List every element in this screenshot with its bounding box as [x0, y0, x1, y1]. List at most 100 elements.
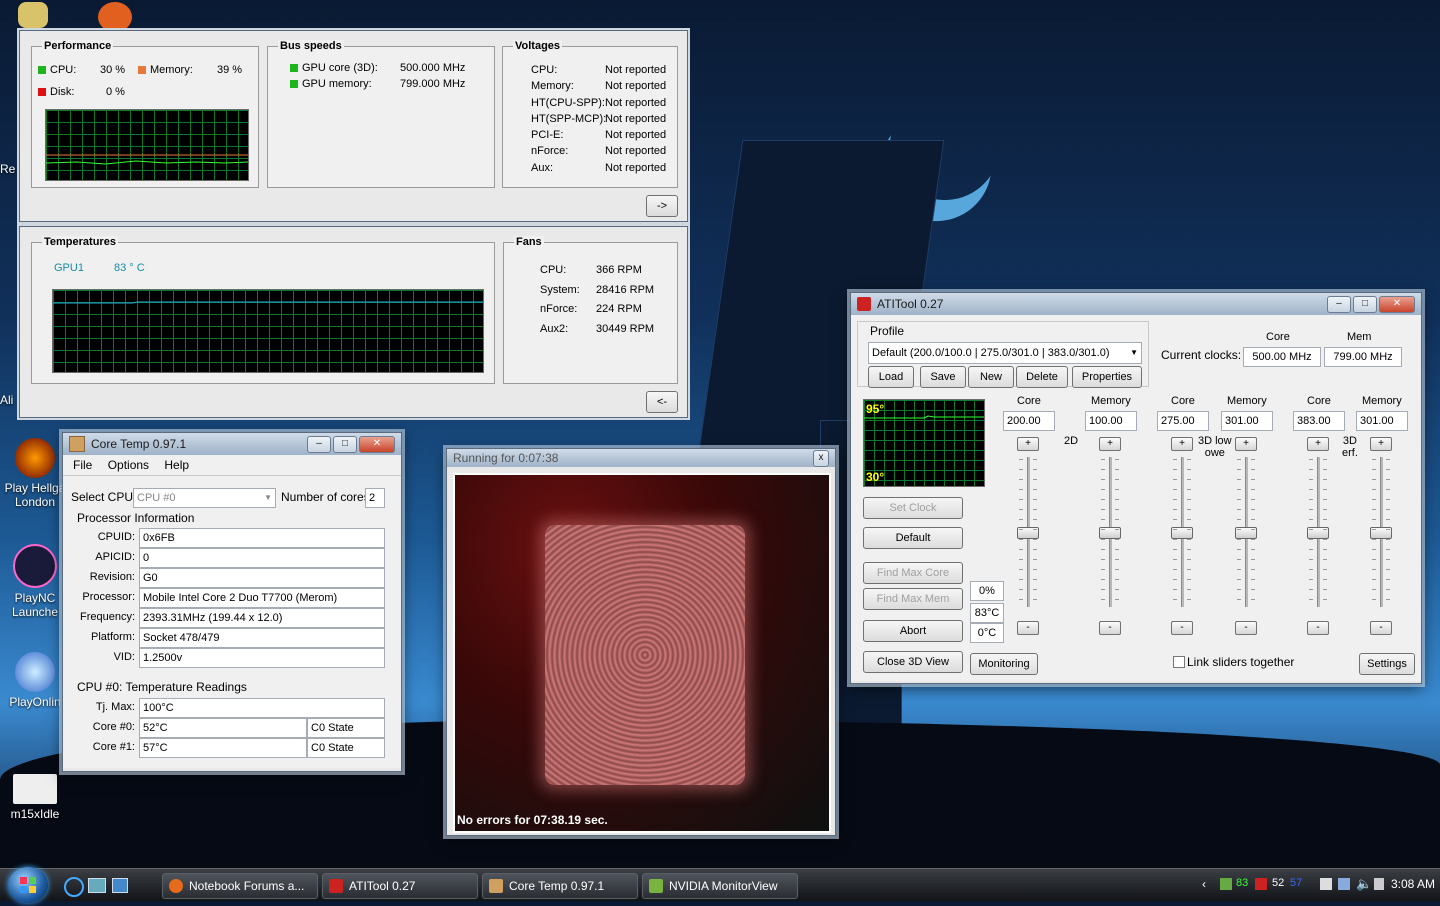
wallpaper-moon — [870, 70, 1020, 220]
tray-network-icon[interactable] — [1338, 878, 1350, 890]
desktop-icon-top[interactable] — [0, 2, 70, 31]
frequency-label: Frequency: — [79, 611, 135, 623]
slider-tick — [1101, 459, 1105, 460]
link-sliders-checkbox[interactable] — [1173, 656, 1185, 668]
select-cpu-dropdown[interactable]: CPU #0 ▼ — [133, 488, 276, 508]
properties-button[interactable]: Properties — [1072, 366, 1142, 388]
tray-expand-icon[interactable]: ‹ — [1202, 877, 1206, 891]
slider-tick — [1115, 549, 1119, 550]
column-value[interactable]: 383.00 — [1293, 411, 1345, 431]
temperature-line — [53, 301, 483, 304]
plus-button[interactable]: + — [1370, 437, 1392, 451]
switch-windows-icon[interactable] — [112, 878, 128, 893]
minus-button[interactable]: - — [1307, 621, 1329, 635]
column-value[interactable]: 301.00 — [1356, 411, 1408, 431]
slider-tick — [1372, 569, 1376, 570]
desktop-icon-m15x[interactable]: m15xIdle — [0, 774, 70, 821]
column-value[interactable]: 275.00 — [1157, 411, 1209, 431]
tray-ati-icon[interactable] — [1255, 878, 1267, 890]
slider-tick — [1187, 479, 1191, 480]
gpu-core-swatch — [290, 64, 298, 72]
tray-app-icon[interactable] — [1220, 878, 1232, 890]
memory-swatch — [138, 66, 146, 74]
maximize-button[interactable]: □ — [1353, 295, 1377, 313]
nvidia-monitor-top: Performance CPU: 30 % Memory: 39 % Disk:… — [19, 30, 688, 222]
find-max-mem-button[interactable]: Find Max Mem — [863, 588, 963, 610]
desktop-icon-hellgate[interactable]: Play Hellga London — [0, 438, 70, 509]
column-value[interactable]: 200.00 — [1003, 411, 1055, 431]
revision-value: G0 — [139, 568, 385, 588]
taskbar-clock[interactable]: 3:08 AM — [1380, 877, 1435, 891]
new-button[interactable]: New — [968, 366, 1014, 388]
minus-button[interactable]: - — [1235, 621, 1257, 635]
plus-button[interactable]: + — [1017, 437, 1039, 451]
taskbar-task-nvidia[interactable]: NVIDIA MonitorView — [642, 873, 798, 899]
desktop-icon-plaync[interactable]: PlayNC Launche — [0, 544, 70, 619]
ie-quicklaunch-icon[interactable] — [64, 877, 84, 897]
render-titlebar[interactable]: Running for 0:07:38 x — [447, 449, 835, 467]
slider-tick — [1237, 579, 1241, 580]
desktop-icon-playonline[interactable]: PlayOnlin — [0, 652, 70, 709]
collapse-button[interactable]: <- — [646, 391, 678, 413]
minus-button[interactable]: - — [1171, 621, 1193, 635]
taskbar-task-atitool[interactable]: ATITool 0.27 — [322, 873, 478, 899]
slider-tick — [1323, 509, 1327, 510]
atitool-titlebar[interactable]: ATITool 0.27 – □ ✕ — [851, 293, 1421, 315]
taskbar-task-coretemp[interactable]: Core Temp 0.97.1 — [482, 873, 638, 899]
delete-button[interactable]: Delete — [1016, 366, 1068, 388]
maximize-button[interactable]: □ — [333, 435, 357, 453]
taskbar-task-firefox[interactable]: Notebook Forums a... — [162, 873, 318, 899]
start-button[interactable] — [8, 867, 48, 903]
voltage-label: HT(SPP-MCP): — [531, 112, 607, 125]
slider-tick — [1237, 589, 1241, 590]
default-button[interactable]: Default — [863, 527, 963, 549]
menu-file[interactable]: File — [73, 458, 92, 472]
slider-tick — [1386, 599, 1390, 600]
performance-graph — [45, 109, 249, 181]
close-3d-view-button[interactable]: Close 3D View — [863, 651, 963, 673]
settings-button[interactable]: Settings — [1359, 653, 1415, 675]
monitoring-button[interactable]: Monitoring — [970, 653, 1038, 675]
load-button[interactable]: Load — [868, 366, 914, 388]
save-button[interactable]: Save — [920, 366, 966, 388]
column-value[interactable]: 100.00 — [1085, 411, 1137, 431]
processor-label: Processor: — [82, 591, 135, 603]
coretemp-titlebar[interactable]: Core Temp 0.97.1 – □ ✕ — [63, 433, 401, 455]
slider-tick — [1309, 479, 1313, 480]
close-button[interactable]: ✕ — [1379, 295, 1415, 313]
column-value[interactable]: 301.00 — [1221, 411, 1273, 431]
plus-button[interactable]: + — [1307, 437, 1329, 451]
minus-button[interactable]: - — [1370, 621, 1392, 635]
minimize-button[interactable]: – — [307, 435, 331, 453]
desktop-quicklaunch-icon[interactable] — [88, 878, 106, 893]
minus-button[interactable]: - — [1099, 621, 1121, 635]
cpuid-value: 0x6FB — [139, 528, 385, 548]
slider-tick — [1251, 589, 1255, 590]
expand-button[interactable]: -> — [646, 195, 678, 217]
slider-tick — [1323, 589, 1327, 590]
minimize-button[interactable]: – — [1327, 295, 1351, 313]
desktop-icon-ali[interactable]: Ali — [0, 393, 20, 407]
minus-button[interactable]: - — [1017, 621, 1039, 635]
profile-dropdown[interactable]: Default (200.0/100.0 | 275.0/301.0 | 383… — [868, 342, 1142, 364]
close-button[interactable]: x — [813, 449, 829, 467]
desktop-icon-re[interactable]: Re — [0, 162, 20, 176]
plus-button[interactable]: + — [1235, 437, 1257, 451]
close-button[interactable]: ✕ — [359, 435, 395, 453]
slider-tick — [1101, 499, 1105, 500]
plus-button[interactable]: + — [1171, 437, 1193, 451]
slider-tick — [1309, 549, 1313, 550]
slider-tick — [1237, 599, 1241, 600]
slider-tick — [1033, 489, 1037, 490]
set-clock-button[interactable]: Set Clock — [863, 497, 963, 519]
current-core-clock: 500.00 MHz — [1243, 347, 1321, 367]
menu-help[interactable]: Help — [164, 458, 189, 472]
plus-button[interactable]: + — [1099, 437, 1121, 451]
tray-volume-icon[interactable]: 🔈 — [1356, 876, 1372, 892]
tray-device-icon[interactable] — [1320, 878, 1332, 890]
abort-button[interactable]: Abort — [863, 620, 963, 642]
slider-tick — [1019, 499, 1023, 500]
menu-options[interactable]: Options — [108, 458, 149, 472]
tray-temp-3: 57 — [1290, 877, 1303, 889]
find-max-core-button[interactable]: Find Max Core — [863, 562, 963, 584]
